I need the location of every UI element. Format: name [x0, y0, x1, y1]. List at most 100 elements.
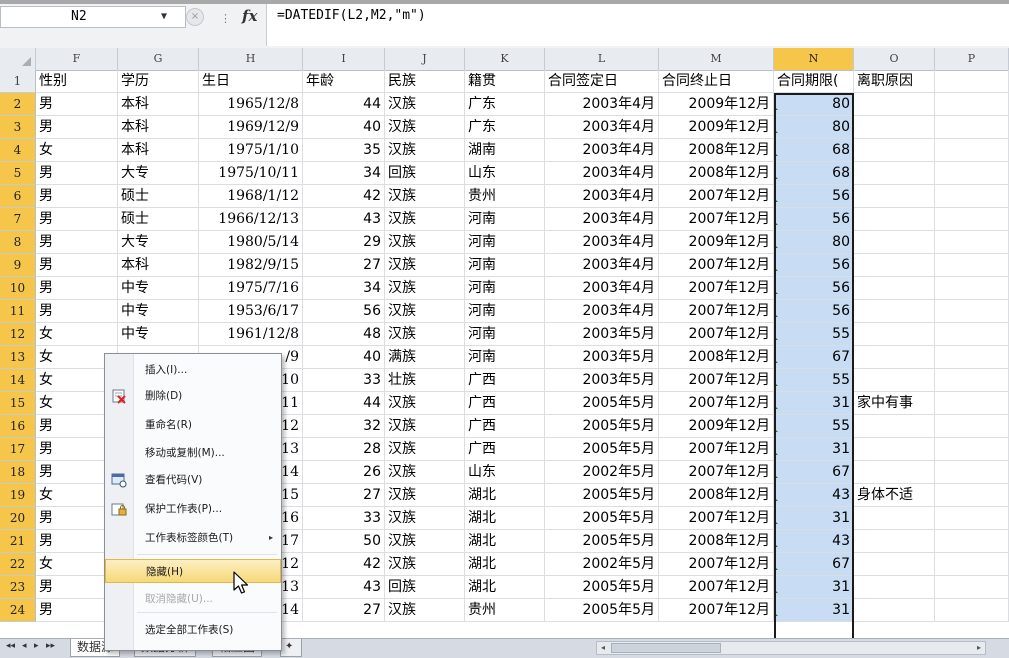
menu-item-select-all-sheets[interactable]: 选定全部工作表(S)	[105, 618, 281, 642]
cell-education[interactable]: 本科	[118, 254, 199, 277]
cell-age[interactable]: 42	[303, 185, 385, 208]
header-cell-contract-start[interactable]: 合同签定日	[545, 70, 659, 93]
cell-gender[interactable]: 男	[36, 208, 118, 231]
cell-contract-end[interactable]: 2007年12月	[659, 300, 774, 323]
cell-contract-start[interactable]: 2003年5月	[545, 323, 659, 346]
cell-origin[interactable]: 湖北	[465, 530, 545, 553]
cell-education[interactable]: 本科	[118, 139, 199, 162]
row-header[interactable]: 23	[0, 576, 36, 599]
cell-ethnicity[interactable]: 汉族	[385, 507, 465, 530]
scroll-left-icon[interactable]: ◂	[597, 642, 609, 654]
cell-contract-months[interactable]: 56	[774, 254, 854, 277]
cell-ethnicity[interactable]: 汉族	[385, 599, 465, 622]
cell-leave-reason[interactable]	[854, 553, 935, 576]
cell-contract-end[interactable]: 2008年12月	[659, 162, 774, 185]
cell-contract-start[interactable]: 2005年5月	[545, 438, 659, 461]
cell-age[interactable]: 40	[303, 346, 385, 369]
cell-column-p[interactable]	[935, 599, 1009, 622]
cell-age[interactable]: 32	[303, 415, 385, 438]
cell-ethnicity[interactable]: 汉族	[385, 553, 465, 576]
cell-leave-reason[interactable]	[854, 231, 935, 254]
cell-contract-months[interactable]: 67	[774, 461, 854, 484]
cell-leave-reason[interactable]	[854, 461, 935, 484]
cell-column-p[interactable]	[935, 93, 1009, 116]
cell-origin[interactable]: 湖北	[465, 576, 545, 599]
cell-gender[interactable]: 男	[36, 231, 118, 254]
cell-contract-months[interactable]: 68	[774, 139, 854, 162]
cancel-icon[interactable]: ×	[186, 8, 204, 26]
cell-age[interactable]: 35	[303, 139, 385, 162]
cell-education[interactable]: 本科	[118, 116, 199, 139]
cell-contract-start[interactable]: 2003年4月	[545, 162, 659, 185]
cell-contract-start[interactable]: 2003年4月	[545, 231, 659, 254]
cell-ethnicity[interactable]: 满族	[385, 346, 465, 369]
cell-contract-end[interactable]: 2007年12月	[659, 392, 774, 415]
prev-sheet-icon[interactable]: ◂	[22, 641, 27, 651]
next-sheet-icon[interactable]: ▸	[34, 641, 39, 651]
cell-origin[interactable]: 湖北	[465, 553, 545, 576]
cell-contract-end[interactable]: 2007年12月	[659, 461, 774, 484]
cell-contract-start[interactable]: 2003年4月	[545, 185, 659, 208]
cell-age[interactable]: 50	[303, 530, 385, 553]
menu-item-rename[interactable]: 重命名(R)	[105, 413, 281, 437]
cell-contract-months[interactable]: 55	[774, 415, 854, 438]
cell-ethnicity[interactable]: 壮族	[385, 369, 465, 392]
row-header[interactable]: 3	[0, 116, 36, 139]
cell-contract-months[interactable]: 80	[774, 231, 854, 254]
new-sheet-icon[interactable]: ✦	[280, 639, 302, 657]
menu-item-protect-sheet[interactable]: 保护工作表(P)...	[105, 497, 281, 521]
cell-contract-start[interactable]: 2003年4月	[545, 116, 659, 139]
cell-column-p[interactable]	[935, 461, 1009, 484]
cell-origin[interactable]: 河南	[465, 346, 545, 369]
cell-origin[interactable]: 河南	[465, 300, 545, 323]
cell-column-p[interactable]	[935, 369, 1009, 392]
cell-origin[interactable]: 山东	[465, 162, 545, 185]
cell-contract-end[interactable]: 2007年12月	[659, 277, 774, 300]
cell-contract-start[interactable]: 2003年5月	[545, 369, 659, 392]
last-sheet-icon[interactable]: ▸▸	[46, 641, 55, 651]
cell-age[interactable]: 44	[303, 93, 385, 116]
header-cell-age[interactable]: 年龄	[303, 70, 385, 93]
row-header[interactable]: 24	[0, 599, 36, 622]
cell-education[interactable]: 硕士	[118, 185, 199, 208]
cell-contract-end[interactable]: 2007年12月	[659, 507, 774, 530]
cell-leave-reason[interactable]	[854, 576, 935, 599]
insert-function-icon[interactable]: fx	[242, 7, 257, 25]
cell-ethnicity[interactable]: 汉族	[385, 208, 465, 231]
row-header[interactable]: 1	[0, 70, 36, 93]
cell-contract-end[interactable]: 2007年12月	[659, 438, 774, 461]
cell-column-p[interactable]	[935, 576, 1009, 599]
cell-birthday[interactable]: 1953/6/17	[199, 300, 303, 323]
cell-leave-reason[interactable]	[854, 162, 935, 185]
cell-contract-end[interactable]: 2007年12月	[659, 553, 774, 576]
cell-origin[interactable]: 广西	[465, 369, 545, 392]
cell-age[interactable]: 34	[303, 277, 385, 300]
cell-age[interactable]: 26	[303, 461, 385, 484]
cell-contract-months[interactable]: 31	[774, 438, 854, 461]
cell-contract-end[interactable]: 2009年12月	[659, 415, 774, 438]
cell-contract-months[interactable]: 80	[774, 116, 854, 139]
cell-ethnicity[interactable]: 汉族	[385, 254, 465, 277]
cell-origin[interactable]: 湖南	[465, 139, 545, 162]
cell-contract-months[interactable]: 67	[774, 553, 854, 576]
cell-contract-months[interactable]: 56	[774, 300, 854, 323]
cell-contract-end[interactable]: 2008年12月	[659, 139, 774, 162]
cell-education[interactable]: 大专	[118, 231, 199, 254]
cell-ethnicity[interactable]: 汉族	[385, 438, 465, 461]
select-all-button[interactable]	[0, 48, 36, 70]
cell-gender[interactable]: 男	[36, 93, 118, 116]
cell-contract-months[interactable]: 31	[774, 599, 854, 622]
cell-age[interactable]: 40	[303, 116, 385, 139]
cell-origin[interactable]: 广东	[465, 93, 545, 116]
header-cell-contract-months[interactable]: 合同期限(	[774, 70, 854, 93]
cell-age[interactable]: 42	[303, 553, 385, 576]
cell-gender[interactable]: 男	[36, 162, 118, 185]
cell-age[interactable]: 27	[303, 599, 385, 622]
cell-column-p[interactable]	[935, 346, 1009, 369]
cell-column-p[interactable]	[935, 484, 1009, 507]
cell-contract-start[interactable]: 2005年5月	[545, 507, 659, 530]
cell-age[interactable]: 48	[303, 323, 385, 346]
cell-birthday[interactable]: 1968/1/12	[199, 185, 303, 208]
cell-contract-end[interactable]: 2008年12月	[659, 530, 774, 553]
cell-contract-start[interactable]: 2005年5月	[545, 392, 659, 415]
